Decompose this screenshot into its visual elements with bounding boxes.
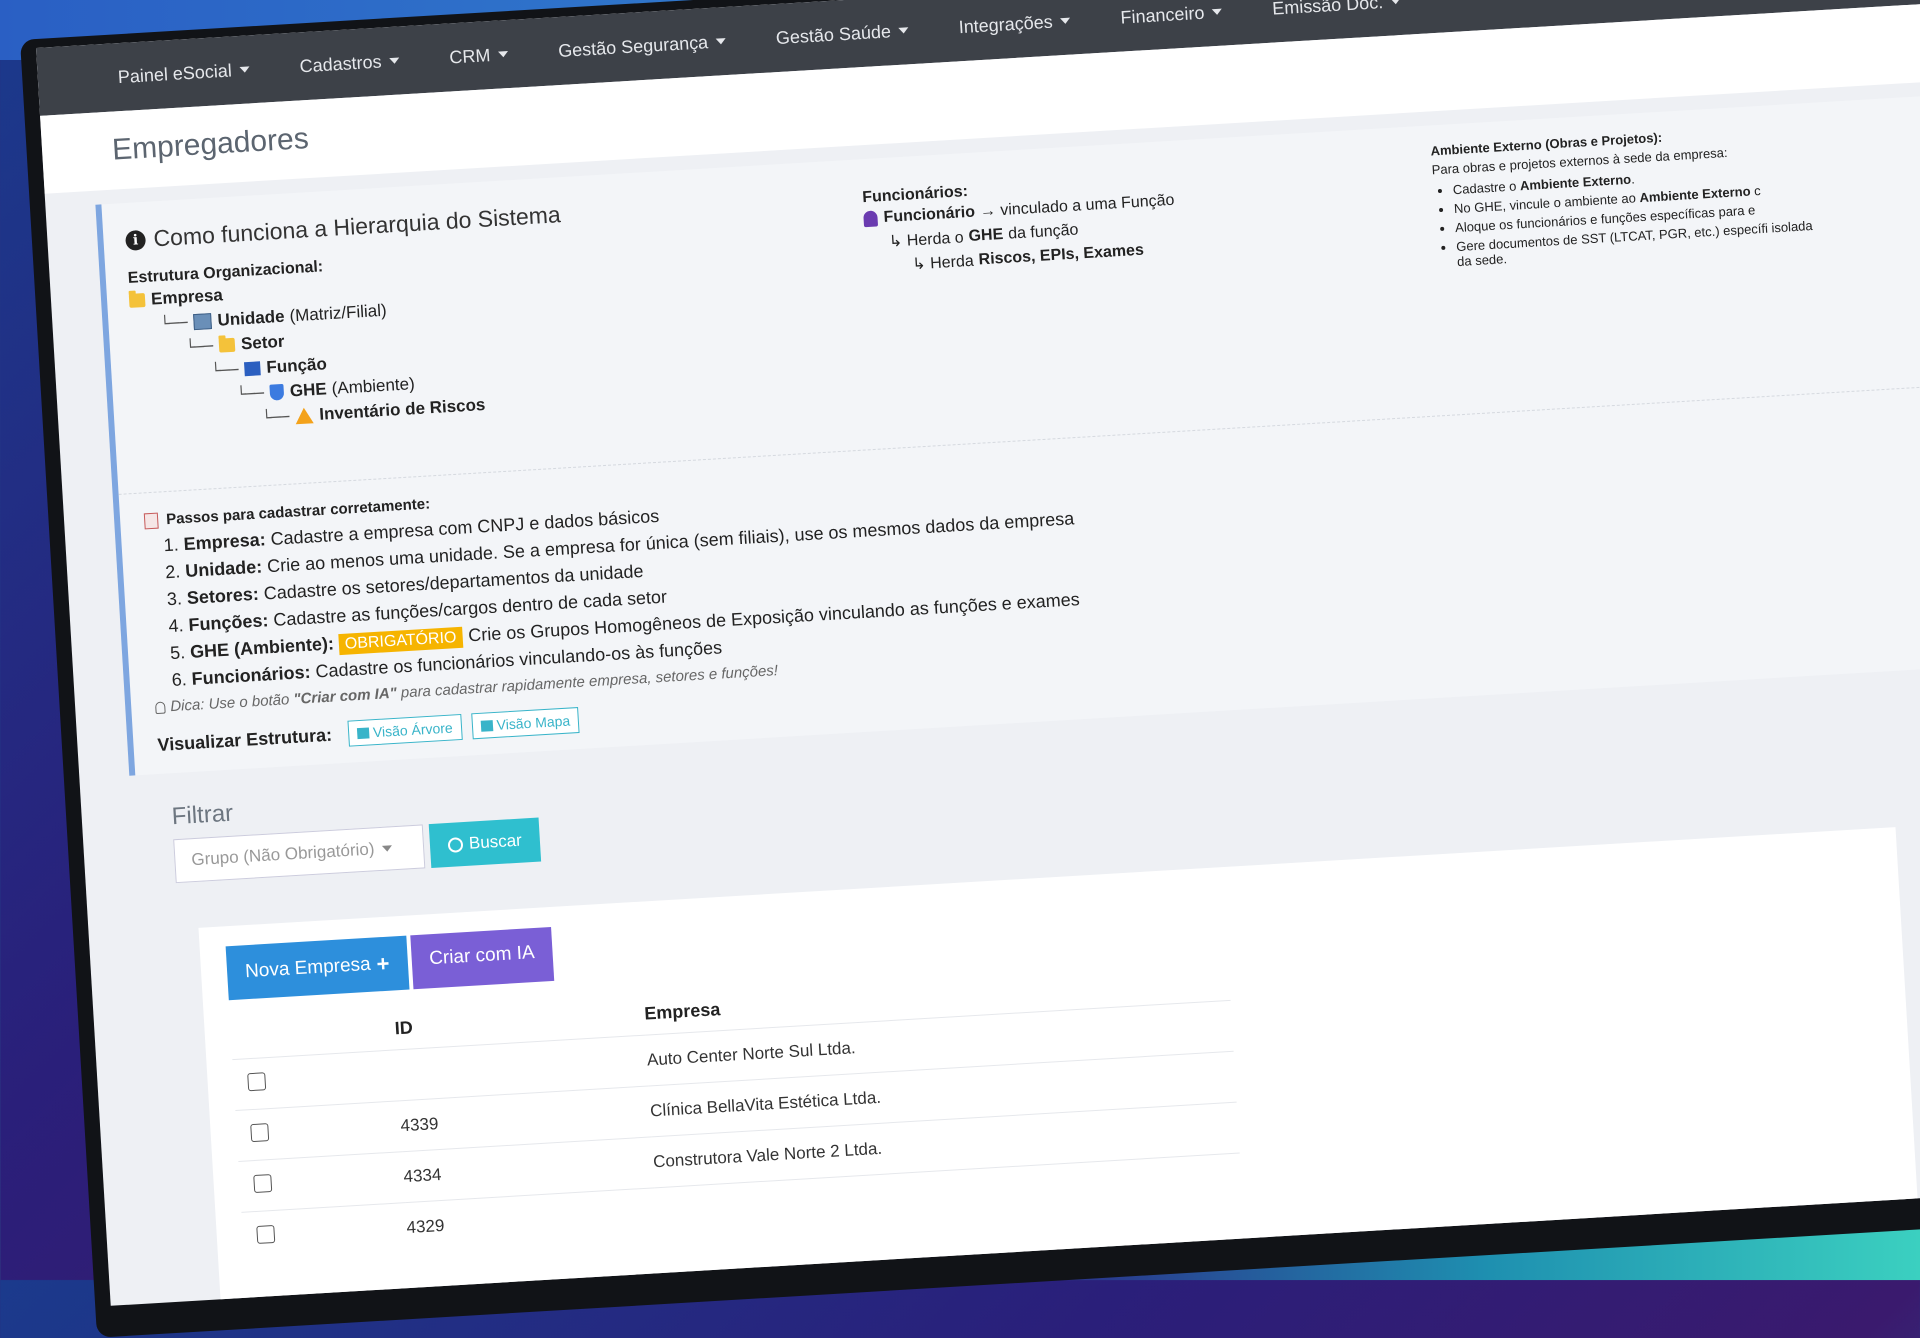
- tree-connector: └──: [236, 383, 265, 404]
- tree-node-suffix: (Ambiente): [331, 373, 416, 398]
- inherit-pre: ↳ Herda: [911, 252, 975, 274]
- employee-bold: Funcionário: [883, 203, 976, 227]
- tip-pre: Dica: Use o botão: [169, 691, 290, 716]
- row-checkbox-cell: [241, 1202, 409, 1263]
- tree-connector: └──: [210, 360, 240, 380]
- nav-painel-esocial[interactable]: Painel eSocial: [117, 59, 250, 88]
- tree-node-suffix: (Matriz/Filial): [288, 300, 388, 325]
- lightbulb-icon: [154, 701, 166, 714]
- nav-label: Financeiro: [1119, 2, 1205, 28]
- map-view-label: Visão Mapa: [496, 712, 571, 733]
- search-button[interactable]: Buscar: [428, 817, 542, 868]
- group-select[interactable]: Grupo (Não Obrigatório): [173, 824, 426, 884]
- grid-icon: [480, 719, 493, 732]
- tree-connector: └──: [160, 313, 189, 333]
- caret-down-icon: [1390, 0, 1402, 5]
- item-pre: Cadastre o: [1452, 178, 1517, 198]
- nav-gestao-saude[interactable]: Gestão Saúde: [775, 20, 909, 49]
- main-content: i Como funciona a Hierarquia do Sistema …: [45, 79, 1920, 1306]
- page-title: Empregadores: [111, 122, 310, 167]
- info-title-text: Como funciona a Hierarquia do Sistema: [152, 201, 562, 252]
- row-checkbox[interactable]: [256, 1224, 276, 1244]
- tree-node-name: Setor: [240, 331, 285, 353]
- tree-node-name: GHE: [289, 378, 328, 401]
- caret-down-icon: [1060, 17, 1071, 25]
- row-checkbox[interactable]: [247, 1071, 267, 1091]
- nav-cadastros[interactable]: Cadastros: [299, 50, 400, 77]
- tree-connector: └──: [185, 336, 214, 357]
- caret-down-icon: [239, 66, 250, 73]
- search-icon: [447, 836, 464, 853]
- clipboard-icon: [143, 512, 159, 529]
- create-with-ai-button[interactable]: Criar com IA: [409, 926, 555, 990]
- nav-label: Cadastros: [299, 51, 383, 76]
- step-bold: Setores:: [186, 583, 260, 609]
- nav-label: Gestão Saúde: [775, 20, 892, 48]
- sitemap-icon: [356, 726, 370, 739]
- step-bold: Funções:: [187, 610, 269, 635]
- item-bold: Ambiente Externo: [1638, 183, 1751, 206]
- person-icon: [863, 210, 879, 228]
- nav-financeiro[interactable]: Financeiro: [1120, 1, 1223, 28]
- nav-label: Integrações: [958, 11, 1054, 37]
- inherit-bold: GHE: [968, 225, 1004, 246]
- item-post: c: [1753, 182, 1762, 199]
- caret-down-icon: [1212, 8, 1223, 16]
- external-list: Cadastre o Ambiente Externo. No GHE, vin…: [1432, 161, 1816, 270]
- nav-integracoes[interactable]: Integrações: [958, 10, 1071, 38]
- caret-down-icon: [389, 57, 400, 65]
- inherit-post: da função: [1007, 221, 1079, 243]
- tree-node-name: Empresa: [150, 284, 224, 309]
- caret-down-icon: [498, 51, 509, 58]
- steps-section: Passos para cadastrar corretamente: Empr…: [143, 457, 1086, 758]
- function-icon: [244, 360, 261, 376]
- inherit-pre: ↳ Herda o: [888, 229, 965, 251]
- warning-icon: [294, 406, 314, 424]
- new-company-label: Nova Empresa: [244, 953, 372, 983]
- employees-column: Funcionários: Funcionário → vinculado a …: [862, 171, 1178, 279]
- new-company-button[interactable]: Nova Empresa +: [225, 935, 410, 1001]
- tree-node-name: Função: [265, 353, 328, 377]
- tree-connector: └──: [261, 407, 290, 427]
- info-icon: i: [124, 229, 147, 251]
- tree-view-button[interactable]: Visão Árvore: [347, 713, 463, 747]
- tip-bold: "Criar com IA": [292, 684, 398, 708]
- step-bold: Empresa:: [183, 529, 267, 555]
- folder-icon: [128, 292, 146, 308]
- nav-crm[interactable]: CRM: [449, 44, 509, 68]
- nav-label: Painel eSocial: [117, 59, 233, 87]
- map-view-button[interactable]: Visão Mapa: [470, 706, 580, 740]
- step-bold: Unidade:: [184, 556, 263, 582]
- nav-emissao-doc[interactable]: Emissão Doc.: [1272, 0, 1402, 19]
- nav-label: Gestão Segurança: [557, 31, 709, 61]
- tree-view-label: Visão Árvore: [372, 719, 454, 741]
- companies-table: ID Empresa Auto Center Norte Sul Ltda. 4…: [230, 959, 1243, 1263]
- row-checkbox[interactable]: [250, 1122, 270, 1142]
- row-checkbox[interactable]: [253, 1173, 273, 1193]
- folder-icon: [218, 337, 236, 353]
- hierarchy-info-box: i Como funciona a Hierarquia do Sistema …: [95, 95, 1920, 776]
- shield-icon: [269, 383, 285, 401]
- visualize-label: Visualizar Estrutura:: [156, 724, 333, 755]
- nav-label: CRM: [448, 44, 491, 67]
- nav-gestao-seguranca[interactable]: Gestão Segurança: [558, 31, 727, 62]
- item-bold: Ambiente Externo: [1519, 171, 1632, 194]
- caret-down-icon: [898, 27, 909, 34]
- caret-down-icon: [715, 38, 727, 45]
- caret-down-icon: [382, 845, 393, 852]
- external-env-column: Ambiente Externo (Obras e Projetos): Par…: [1430, 121, 1817, 274]
- group-select-value: Grupo (Não Obrigatório): [190, 839, 375, 870]
- search-button-label: Buscar: [468, 830, 523, 853]
- visualize-row: Visualizar Estrutura: Visão Árvore Visão…: [157, 677, 1086, 758]
- plus-icon: +: [375, 950, 391, 977]
- browser-screen: Painel eSocial Cadastros CRM Gestão Segu…: [36, 0, 1920, 1306]
- building-icon: [193, 312, 213, 330]
- step-bold: Funcionários:: [191, 661, 312, 689]
- tree-node-name: Unidade: [216, 306, 286, 330]
- nav-label: Emissão Doc.: [1271, 0, 1384, 19]
- item-post: .: [1630, 171, 1636, 187]
